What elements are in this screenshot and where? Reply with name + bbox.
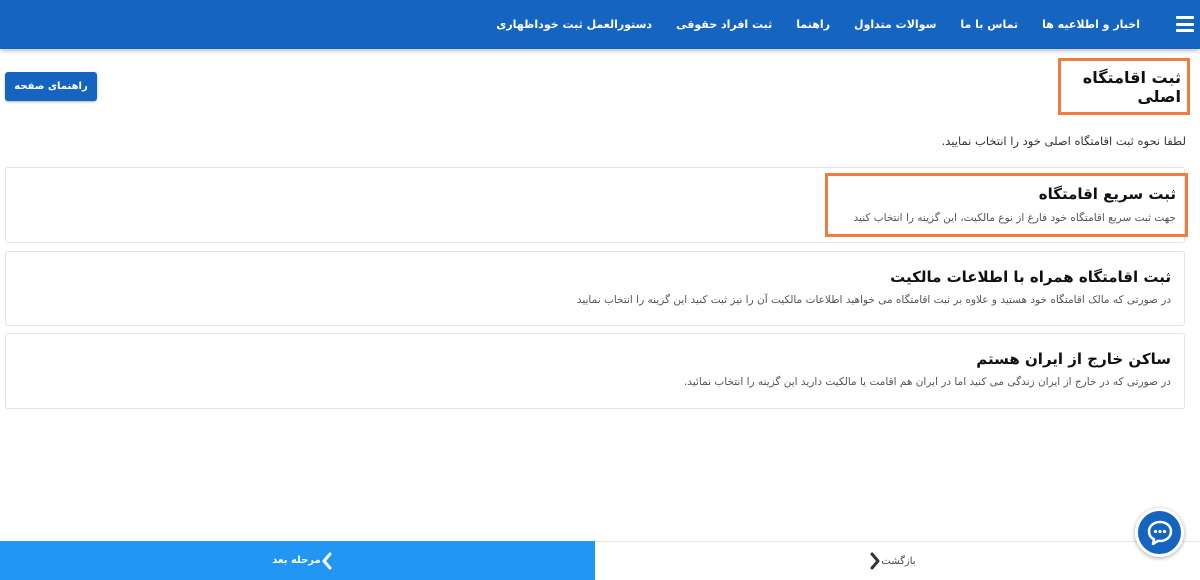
option-title: ساکن خارج از ایران هستم <box>976 350 1171 368</box>
nav-item-self-declaration-instructions[interactable]: دستورالعمل ثبت خوداظهاری <box>484 18 664 31</box>
hamburger-menu-icon[interactable] <box>1176 16 1194 32</box>
back-label: بازگشت <box>881 555 916 567</box>
chevron-right-icon <box>870 552 880 570</box>
option-description: در صورتی که در خارج از ایران زندگی می کن… <box>683 376 1171 388</box>
nav-item-faq[interactable]: سوالات متداول <box>842 18 948 31</box>
top-navbar: اخبار و اطلاعیه ها تماس با ما سوالات متد… <box>0 0 1200 49</box>
chevron-left-icon <box>322 552 332 569</box>
nav-item-contact[interactable]: تماس با ما <box>948 18 1030 31</box>
instruction-text: لطفا نحوه ثبت اقامتگاه اصلی خود را انتخا… <box>941 134 1186 148</box>
back-button[interactable]: بازگشت <box>595 541 1200 580</box>
next-step-label: مرحله بعد <box>272 555 321 566</box>
option-description: در صورتی که مالک اقامتگاه خود هستید و عل… <box>576 294 1171 306</box>
nav-menu: اخبار و اطلاعیه ها تماس با ما سوالات متد… <box>484 0 1152 49</box>
nav-item-news[interactable]: اخبار و اطلاعیه ها <box>1030 18 1152 31</box>
option-title: ثبت اقامتگاه همراه با اطلاعات مالکیت <box>890 268 1171 286</box>
option-card-quick-registration[interactable] <box>5 167 1185 243</box>
chat-bubble-icon <box>1147 520 1172 545</box>
option-card-living-abroad[interactable]: ساکن خارج از ایران هستم در صورتی که در خ… <box>5 333 1185 409</box>
page-title-highlight: ثبت اقامتگاه اصلی <box>1058 58 1190 115</box>
page-help-button[interactable]: راهنمای صفحه <box>5 72 97 101</box>
nav-item-legal-entities[interactable]: ثبت افراد حقوقی <box>664 18 784 31</box>
nav-item-guide[interactable]: راهنما <box>784 18 842 31</box>
chat-support-button[interactable] <box>1135 508 1184 557</box>
next-step-button[interactable]: مرحله بعد <box>0 541 595 580</box>
option-card-with-ownership[interactable]: ثبت اقامتگاه همراه با اطلاعات مالکیت در … <box>5 251 1185 326</box>
page-title: ثبت اقامتگاه اصلی <box>1082 67 1181 106</box>
